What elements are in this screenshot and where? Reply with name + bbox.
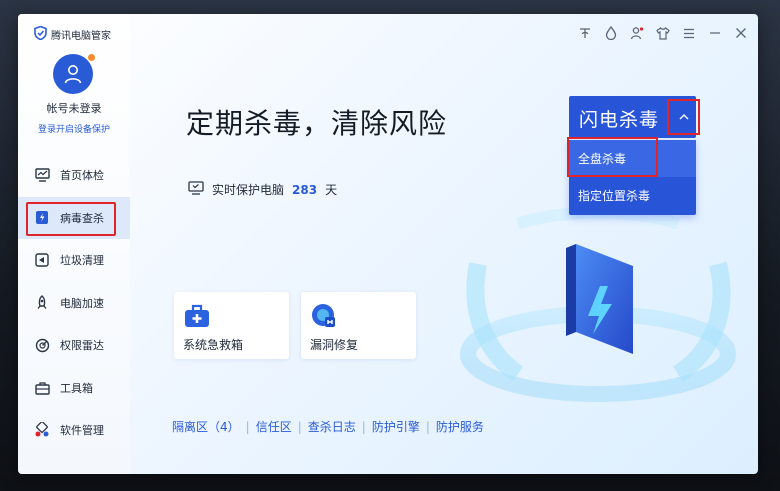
- sidebar: 腾讯电脑管家 帐号未登录 登录开启设备保护 首页体检 病毒查杀 垃圾清理 电脑加…: [18, 14, 130, 474]
- sidebar-item-junk-clean[interactable]: 垃圾清理: [18, 239, 130, 282]
- divider: |: [361, 419, 366, 434]
- sidebar-nav: 首页体检 病毒查杀 垃圾清理 电脑加速 权限雷达 工具箱 软件管理: [18, 154, 130, 452]
- tool-icon[interactable]: [578, 26, 592, 40]
- vulnerability-fix-card[interactable]: 漏洞修复: [301, 292, 416, 359]
- sidebar-item-home-check[interactable]: 首页体检: [18, 154, 130, 197]
- red-highlight-box: [26, 201, 116, 236]
- close-icon[interactable]: [734, 26, 748, 40]
- bottom-links: 隔离区（4） | 信任区 | 查杀日志 | 防护引擎 | 防护服务: [172, 418, 484, 435]
- sidebar-item-speed-up[interactable]: 电脑加速: [18, 282, 130, 325]
- monitor-icon: [34, 167, 50, 183]
- first-aid-kit-icon: [185, 304, 209, 327]
- window-controls: [578, 26, 748, 40]
- login-link[interactable]: 登录开启设备保护: [18, 122, 130, 135]
- toolbox-icon: [34, 380, 50, 396]
- rocket-icon: [34, 295, 50, 311]
- link-quarantine[interactable]: 隔离区（4）: [172, 418, 240, 435]
- app-window: 腾讯电脑管家 帐号未登录 登录开启设备保护 首页体检 病毒查杀 垃圾清理 电脑加…: [18, 14, 758, 474]
- page-title: 定期杀毒，清除风险: [186, 107, 448, 140]
- shield-logo-icon: [34, 25, 47, 44]
- sidebar-item-permission-radar[interactable]: 权限雷达: [18, 324, 130, 367]
- sidebar-item-label: 软件管理: [60, 424, 104, 438]
- first-aid-kit-card[interactable]: 系统急救箱: [174, 292, 289, 359]
- avatar[interactable]: [53, 54, 95, 94]
- chevron-up-icon: [679, 114, 688, 120]
- tool-label: 系统急救箱: [183, 338, 244, 352]
- protection-label: 实时保护电脑: [212, 183, 285, 197]
- sidebar-item-virus-scan[interactable]: 病毒查杀: [18, 196, 130, 239]
- drop-icon[interactable]: [604, 26, 618, 40]
- divider: |: [425, 419, 430, 434]
- link-protection-service[interactable]: 防护服务: [436, 418, 484, 435]
- link-scan-log[interactable]: 查杀日志: [308, 418, 356, 435]
- minimize-icon[interactable]: [708, 26, 722, 40]
- link-protection-engine[interactable]: 防护引擎: [372, 418, 420, 435]
- scan-options-menu: 全盘杀毒 指定位置杀毒: [567, 137, 696, 215]
- monitor-shield-icon: [188, 181, 204, 198]
- sidebar-item-toolbox[interactable]: 工具箱: [18, 367, 130, 410]
- account-name: 帐号未登录: [46, 102, 102, 115]
- sidebar-item-software-manager[interactable]: 软件管理: [18, 409, 130, 452]
- menu-item-label: 指定位置杀毒: [578, 189, 651, 203]
- menu-item-full-scan[interactable]: 全盘杀毒: [567, 137, 696, 177]
- scan-options-toggle[interactable]: [667, 99, 700, 135]
- brand: 腾讯电脑管家: [34, 25, 111, 44]
- red-highlight-box: [567, 137, 658, 177]
- sidebar-item-label: 权限雷达: [60, 339, 104, 353]
- sidebar-item-label: 电脑加速: [60, 296, 104, 310]
- protection-days: 283: [292, 182, 318, 197]
- menu-icon[interactable]: [682, 26, 696, 40]
- divider: |: [297, 419, 302, 434]
- bug-patch-icon: [312, 304, 335, 327]
- apps-icon: [34, 422, 50, 438]
- radar-icon: [34, 337, 50, 353]
- protection-status: 实时保护电脑 283 天: [188, 181, 337, 198]
- user-icon: [64, 65, 82, 84]
- sidebar-item-label: 工具箱: [60, 381, 93, 395]
- flash-scan-button[interactable]: 闪电杀毒: [569, 96, 700, 138]
- sidebar-item-label: 首页体检: [60, 169, 104, 183]
- notification-dot: [88, 54, 95, 61]
- shield-illustration: [460, 206, 736, 402]
- user-settings-icon[interactable]: [630, 26, 644, 40]
- skin-shirt-icon[interactable]: [656, 26, 670, 40]
- menu-item-custom-scan[interactable]: 指定位置杀毒: [569, 177, 696, 214]
- link-trust-zone[interactable]: 信任区: [256, 418, 292, 435]
- protection-unit: 天: [325, 183, 338, 197]
- app-title: 腾讯电脑管家: [51, 30, 111, 42]
- flash-scan-label: 闪电杀毒: [579, 109, 660, 131]
- sidebar-item-label: 垃圾清理: [60, 254, 104, 268]
- divider: |: [245, 419, 250, 434]
- tool-label: 漏洞修复: [310, 338, 359, 352]
- broom-icon: [34, 252, 50, 268]
